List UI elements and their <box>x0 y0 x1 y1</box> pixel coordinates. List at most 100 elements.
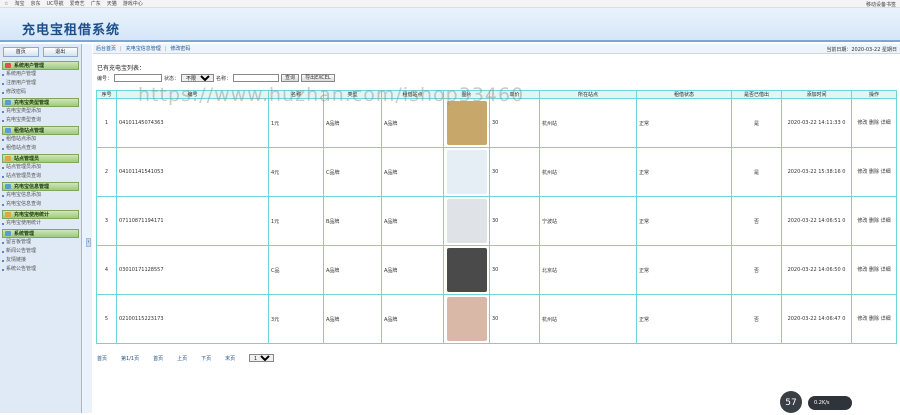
row-actions[interactable]: 修改 删除 详细 <box>852 218 896 224</box>
product-thumbnail[interactable] <box>446 101 487 145</box>
logout-button[interactable]: 退出 <box>42 47 78 57</box>
sidebar-item[interactable]: 注册用户管理 <box>0 79 81 88</box>
bookmark-1[interactable]: 淘宝 <box>14 0 24 7</box>
sidebar-item[interactable]: 站点管理员添加 <box>0 163 81 172</box>
sidebar-item[interactable]: 租借站点查询 <box>0 144 81 153</box>
bookmark-3[interactable]: UC导航 <box>47 0 64 7</box>
cell-status: 正常 <box>636 196 732 246</box>
sidebar-item[interactable]: 充电宝类型添加 <box>0 107 81 116</box>
cell-name: 3元 <box>268 294 324 344</box>
sidebar-item[interactable]: 站点管理员查询 <box>0 172 81 181</box>
export-excel-button[interactable]: 导出EXCEL <box>301 74 335 82</box>
row-actions[interactable]: 修改 删除 详细 <box>852 120 896 126</box>
pager-prev[interactable]: 上页 <box>177 355 187 362</box>
sidebar-item[interactable]: 友情链接 <box>0 256 81 265</box>
cell-code: 04101141541053 <box>116 147 269 197</box>
sidebar-item[interactable]: 充电宝信息查询 <box>0 200 81 209</box>
search-button[interactable]: 查询 <box>281 74 300 82</box>
star-icon[interactable]: ☆ <box>4 1 8 7</box>
sidebar-item[interactable]: 租借站点添加 <box>0 135 81 144</box>
bookmark-5[interactable]: 广东 <box>91 0 101 7</box>
sidebar-item[interactable]: 留言板管理 <box>0 238 81 247</box>
status-select[interactable]: 不限 <box>181 74 215 82</box>
crumb-home[interactable]: 后台首页 <box>96 45 116 52</box>
pager-first-label[interactable]: 首页 <box>97 355 107 362</box>
sidebar: 首页 退出 系统用户管理 系统用户管理 注册用户管理 修改密码 充电宝类型管理 充电宝类型… <box>0 44 82 413</box>
product-thumbnail[interactable] <box>446 248 487 292</box>
pager-first[interactable]: 首页 <box>153 355 163 362</box>
home-button[interactable]: 首页 <box>3 47 39 57</box>
sidebar-group-4[interactable]: 充电宝信息管理 <box>2 182 79 191</box>
bookmark-4[interactable]: 爱奇艺 <box>70 0 85 7</box>
product-thumbnail[interactable] <box>446 199 487 243</box>
cell-location: 杭州站 <box>539 147 637 197</box>
crumb-power-bank[interactable]: 充电宝信息管理 <box>126 45 161 52</box>
col-actions: 操作 <box>851 90 897 99</box>
collapse-sidebar-icon[interactable]: ‹ <box>86 238 91 247</box>
row-actions[interactable]: 修改 删除 详细 <box>852 316 896 322</box>
cell-lent: 是 <box>731 147 782 197</box>
cell-site: A品牌 <box>381 294 444 344</box>
cell-type: B品牌 <box>323 196 382 246</box>
status-label: 状态： <box>164 75 180 82</box>
cell-location: 宁波站 <box>539 196 637 246</box>
name-input[interactable] <box>233 74 280 82</box>
sidebar-group-3[interactable]: 站点管理员 <box>2 154 79 163</box>
row-actions[interactable]: 修改 删除 详细 <box>852 267 896 273</box>
sidebar-item[interactable]: 充电宝类型查询 <box>0 116 81 125</box>
cell-actions: 修改 删除 详细 <box>851 98 897 148</box>
sidebar-group-2[interactable]: 租借站点管理 <box>2 126 79 135</box>
col-name: 名称 <box>268 90 324 99</box>
current-date: 当前日期：2020-03-22 星期日 <box>826 47 897 53</box>
topbar: 后台首页 | 充电宝信息管理 | 修改密码 当前日期：2020-03-22 星期… <box>93 44 900 54</box>
bookmark-2[interactable]: 京东 <box>31 0 41 7</box>
app-header: 充电宝租借系统 <box>0 8 900 42</box>
sidebar-item[interactable]: 系统公告管理 <box>0 265 81 274</box>
section-title: 已有充电宝列表： <box>97 65 146 72</box>
sidebar-group-0[interactable]: 系统用户管理 <box>2 61 79 70</box>
cell-name: C品 <box>268 245 324 295</box>
cell-site: A品牌 <box>381 98 444 148</box>
cell-type: A品牌 <box>323 245 382 295</box>
row-actions[interactable]: 修改 删除 详细 <box>852 169 896 175</box>
page-select[interactable]: 1 <box>249 354 275 362</box>
product-thumbnail[interactable] <box>446 297 487 341</box>
sidebar-item[interactable]: 充电宝信息添加 <box>0 191 81 200</box>
col-image: 图片 <box>443 90 490 99</box>
table-row: 5 02100115223173 3元 A品牌 A品牌 30 杭州站 正常否 2020-03-2… <box>96 294 897 344</box>
cell-time: 2020-03-22 14:06:51 0 <box>781 196 852 246</box>
cell-code: 04101145074363 <box>116 98 269 148</box>
table-row: 2 04101141541053 4元 C品牌 A品牌 30 杭州站 正常是 2020-03-2… <box>96 147 897 197</box>
speed-widget[interactable]: 57 <box>780 391 802 413</box>
crumb-password[interactable]: 修改密码 <box>170 45 190 52</box>
col-no: 序号 <box>96 90 117 99</box>
sidebar-group-1[interactable]: 充电宝类型管理 <box>2 98 79 107</box>
sidebar-item[interactable]: 新闻公告管理 <box>0 247 81 256</box>
sidebar-group-5[interactable]: 充电宝使用统计 <box>2 210 79 219</box>
cell-name: 4元 <box>268 147 324 197</box>
col-location: 所在站点 <box>539 90 637 99</box>
cell-image <box>443 147 490 197</box>
group-icon <box>5 63 11 68</box>
sidebar-group-6[interactable]: 系统管理 <box>2 229 79 238</box>
mobile-bookmarks[interactable]: 移动设备书签 <box>866 1 896 8</box>
bookmark-7[interactable]: 游戏中心 <box>123 0 143 7</box>
cell-time: 2020-03-22 14:06:47 0 <box>781 294 852 344</box>
sidebar-group-label: 租借站点管理 <box>14 128 45 134</box>
pager-last[interactable]: 末页 <box>225 355 235 362</box>
cell-actions: 修改 删除 详细 <box>851 294 897 344</box>
cell-lent: 否 <box>731 245 782 295</box>
cell-status: 正常 <box>636 294 732 344</box>
product-thumbnail[interactable] <box>446 150 487 194</box>
code-input[interactable] <box>114 74 163 82</box>
app-title: 充电宝租借系统 <box>22 23 121 38</box>
sidebar-item[interactable]: 系统用户管理 <box>0 70 81 79</box>
sidebar-item[interactable]: 修改密码 <box>0 88 81 97</box>
bookmark-6[interactable]: 天猫 <box>107 0 117 7</box>
sidebar-item[interactable]: 充电宝使用统计 <box>0 219 81 228</box>
pager-next[interactable]: 下页 <box>201 355 211 362</box>
cell-price: 30 <box>489 196 540 246</box>
col-site: 租借站点 <box>381 90 444 99</box>
col-type: 类型 <box>323 90 382 99</box>
cell-site: A品牌 <box>381 245 444 295</box>
